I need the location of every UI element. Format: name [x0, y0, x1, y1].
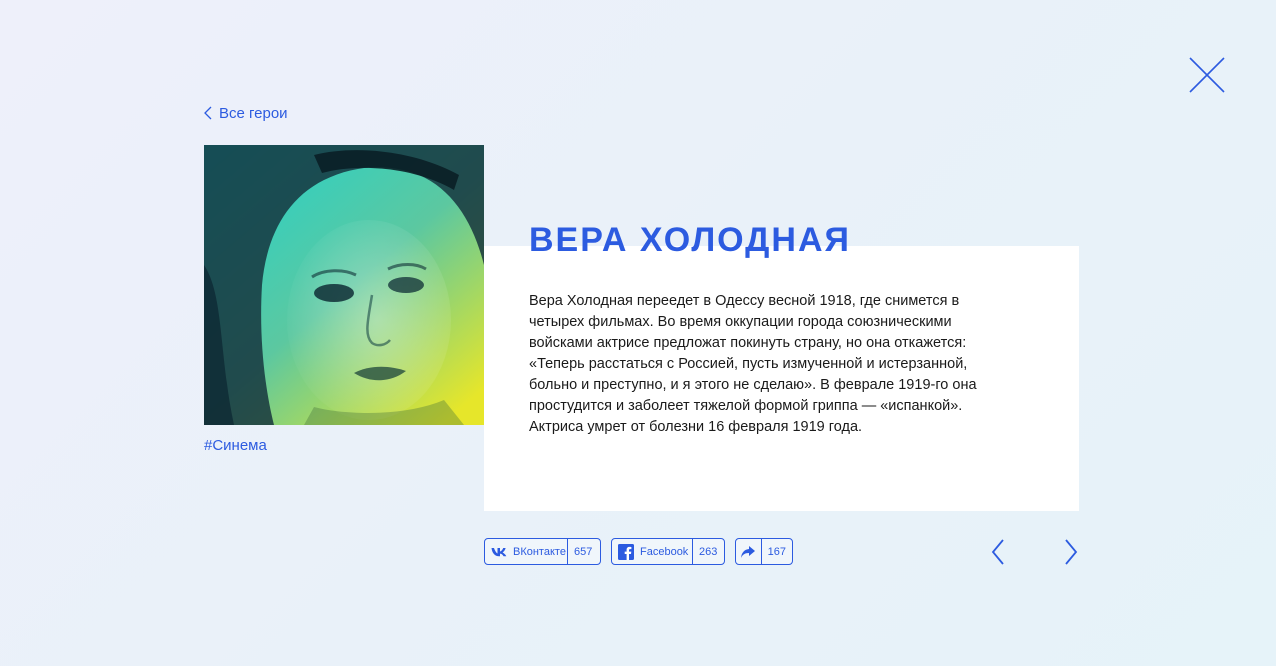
hero-name: ВЕРА ХОЛОДНАЯ [529, 221, 851, 259]
share-button[interactable]: 167 [735, 538, 793, 565]
hero-tag-link[interactable]: #Синема [204, 437, 267, 454]
back-to-all-heroes-link[interactable]: Все герои [204, 103, 288, 123]
previous-hero-button[interactable] [991, 539, 1005, 565]
vk-label: ВКонтакте [513, 545, 566, 558]
hero-biography: Вера Холодная переедет в Одессу весной 1… [529, 293, 977, 435]
chevron-right-icon [1065, 539, 1078, 565]
hero-portrait [204, 145, 484, 425]
share-facebook-button[interactable]: Facebook 263 [611, 538, 725, 565]
chevron-left-icon [991, 539, 1004, 565]
close-icon [1189, 57, 1225, 93]
back-link-label: Все герои [219, 104, 288, 122]
share-count: 167 [767, 545, 786, 558]
facebook-label: Facebook [640, 545, 689, 558]
next-hero-button[interactable] [1064, 539, 1078, 565]
vk-icon [491, 547, 507, 556]
chevron-left-icon [204, 106, 212, 120]
close-button[interactable] [1188, 56, 1226, 94]
share-arrow-icon [741, 545, 756, 558]
share-vk-button[interactable]: ВКонтакте 657 [484, 538, 601, 565]
facebook-share-count: 263 [699, 545, 718, 558]
vk-share-count: 657 [574, 545, 593, 558]
facebook-icon [618, 543, 634, 560]
